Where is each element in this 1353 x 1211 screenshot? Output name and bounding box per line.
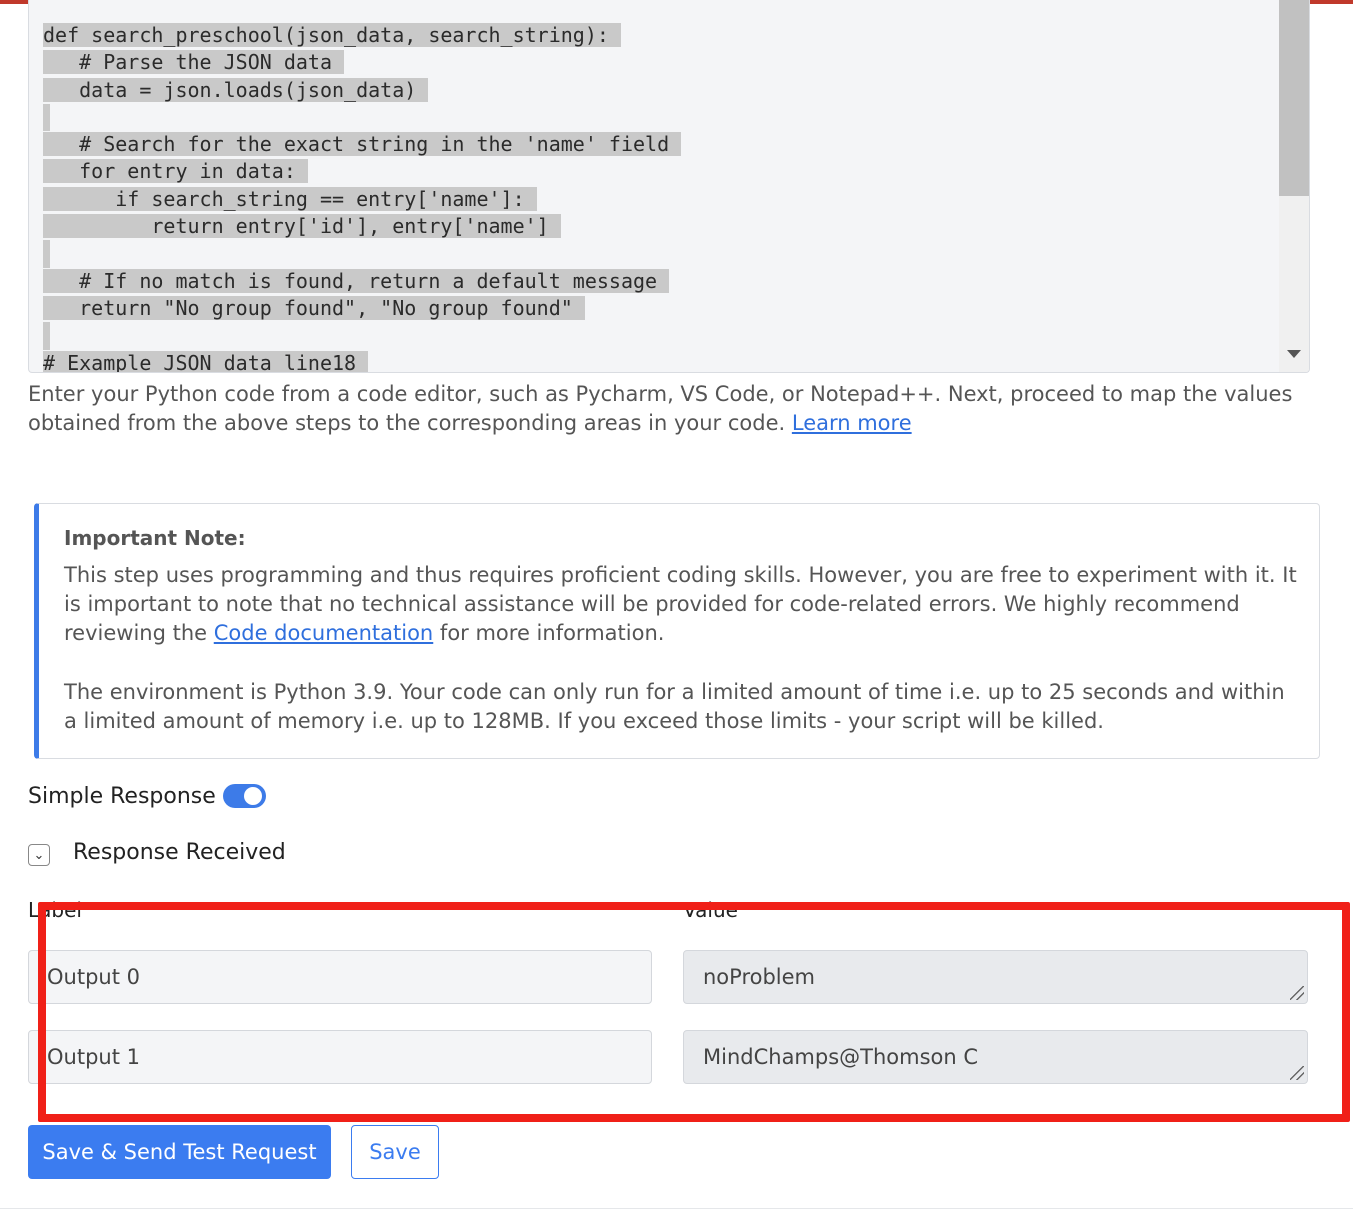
- simple-response-toggle[interactable]: [223, 784, 266, 808]
- resize-handle-icon[interactable]: [1290, 986, 1304, 1000]
- code-line[interactable]: [43, 322, 1283, 350]
- scroll-down-icon[interactable]: [1287, 350, 1301, 358]
- code-line-text: return entry['id'], entry['name']: [43, 214, 561, 239]
- code-line[interactable]: # Parse the JSON data: [43, 49, 1283, 76]
- code-line-text: def search_preschool(json_data, search_s…: [43, 23, 621, 47]
- code-line[interactable]: return "No group found", "No group found…: [43, 295, 1283, 322]
- learn-more-link[interactable]: Learn more: [792, 411, 912, 435]
- code-line-text: # Parse the JSON data: [43, 50, 344, 75]
- code-line[interactable]: # Search for the exact string in the 'na…: [43, 131, 1283, 158]
- save-send-test-button[interactable]: Save & Send Test Request: [28, 1125, 331, 1179]
- chevron-down-icon[interactable]: ⌄: [28, 844, 50, 866]
- response-received-label[interactable]: Response Received: [73, 840, 286, 865]
- label-column-header: Label: [28, 898, 82, 922]
- code-line[interactable]: for entry in data:: [43, 158, 1283, 185]
- resize-handle-icon[interactable]: [1290, 1066, 1304, 1080]
- code-line[interactable]: [43, 103, 1283, 132]
- code-line[interactable]: # If no match is found, return a default…: [43, 268, 1283, 295]
- code-line-text: # If no match is found, return a default…: [43, 268, 670, 293]
- highlight-annotation: [38, 902, 1350, 1122]
- code-line-text: # Example JSON data line18: [43, 350, 369, 372]
- code-line[interactable]: if search_string == entry['name']:: [43, 186, 1283, 213]
- note-paragraph-2: The environment is Python 3.9. Your code…: [64, 680, 1285, 733]
- code-lines[interactable]: def search_preschool(json_data, search_s…: [43, 22, 1283, 372]
- scrollbar-thumb[interactable]: [1279, 0, 1309, 196]
- code-line[interactable]: [43, 240, 1283, 268]
- code-line-text: data = json.loads(json_data): [43, 77, 429, 102]
- output-label-field[interactable]: Output 0: [28, 950, 652, 1004]
- code-line-text: if search_string == entry['name']:: [43, 186, 537, 211]
- code-line[interactable]: def search_preschool(json_data, search_s…: [43, 22, 1283, 49]
- code-line[interactable]: data = json.loads(json_data): [43, 77, 1283, 104]
- code-line[interactable]: return entry['id'], entry['name']: [43, 213, 1283, 240]
- value-column-header: Value: [683, 898, 738, 922]
- code-line-text: # Search for the exact string in the 'na…: [43, 132, 682, 157]
- code-line-text: return "No group found", "No group found…: [43, 295, 585, 320]
- code-editor[interactable]: def search_preschool(json_data, search_s…: [28, 0, 1310, 373]
- important-note: Important Note: This step uses programmi…: [34, 503, 1320, 759]
- output-value-field[interactable]: MindChamps@Thomson C: [683, 1030, 1308, 1084]
- note-paragraph-1: This step uses programming and thus requ…: [64, 563, 1297, 645]
- simple-response-label: Simple Response: [28, 784, 216, 809]
- code-scrollbar[interactable]: [1279, 0, 1309, 372]
- code-line-text: for entry in data:: [43, 159, 308, 184]
- bottom-divider: [0, 1208, 1353, 1209]
- output-value-field[interactable]: noProblem: [683, 950, 1308, 1004]
- code-line-text: [43, 103, 50, 132]
- help-text: Enter your Python code from a code edito…: [28, 382, 1293, 435]
- code-documentation-link[interactable]: Code documentation: [214, 621, 434, 645]
- save-button[interactable]: Save: [351, 1125, 439, 1179]
- toggle-knob: [244, 787, 262, 805]
- code-line[interactable]: # Example JSON data line18: [43, 350, 1283, 372]
- code-line-text: [43, 322, 50, 350]
- note-title: Important Note:: [64, 526, 246, 550]
- code-line-text: [43, 240, 50, 268]
- output-label-field[interactable]: Output 1: [28, 1030, 652, 1084]
